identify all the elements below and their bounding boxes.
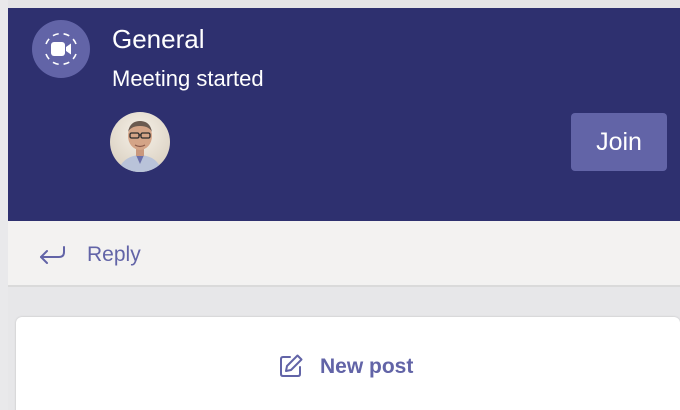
new-post-label: New post [320,355,414,378]
top-strip [0,0,680,8]
reply-arrow-icon [38,243,66,270]
new-post-button[interactable]: New post [16,317,680,410]
participant-avatar[interactable] [110,112,170,172]
meeting-title: General [112,24,205,54]
meeting-status: Meeting started [112,66,264,91]
video-camera-icon [32,20,90,78]
join-button[interactable]: Join [571,113,667,171]
meeting-card: General Meeting started Join [8,8,680,221]
teams-channel-view: General Meeting started Join Reply New p… [0,0,680,410]
reply-label: Reply [87,243,141,266]
compose-icon [278,353,304,384]
reply-button[interactable]: Reply [8,221,680,287]
left-edge [0,0,8,410]
